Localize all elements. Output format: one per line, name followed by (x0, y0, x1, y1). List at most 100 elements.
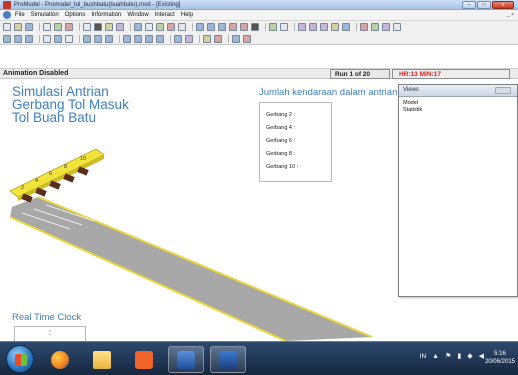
macros-icon[interactable] (167, 23, 175, 31)
menu-help[interactable]: Help (181, 12, 193, 18)
mdi-controls[interactable]: _ × (507, 12, 514, 18)
new-file-icon[interactable] (3, 23, 11, 31)
volume-icon[interactable]: ◀ (479, 352, 484, 360)
system-menu-icon[interactable] (3, 11, 11, 19)
menu-information[interactable]: Information (91, 12, 121, 18)
layout-view-icon[interactable] (196, 23, 204, 31)
submodel-icon[interactable] (123, 34, 131, 43)
dynamic-plot-icon[interactable] (214, 34, 222, 43)
locations-icon[interactable] (54, 23, 62, 31)
submodel-icon[interactable] (145, 34, 153, 43)
view-icon[interactable] (54, 34, 62, 43)
counter-gerbang-10: Gerbang 10 : (266, 164, 299, 170)
chart-icon[interactable] (309, 23, 317, 31)
module-icon[interactable] (83, 34, 91, 43)
attributes-icon[interactable] (134, 23, 142, 31)
arrays-icon[interactable] (156, 23, 164, 31)
window-tile-icon[interactable] (232, 34, 240, 43)
taskbar-firefox[interactable] (42, 346, 78, 373)
show-hidden-icons-icon[interactable]: ▲ (432, 353, 439, 360)
build-view-icon[interactable] (218, 23, 226, 31)
run-simulation-icon[interactable] (229, 23, 237, 31)
menu-simulation[interactable]: Simulation (31, 12, 59, 18)
system-clock[interactable]: 5:16 20/06/2015 (485, 350, 515, 366)
window-title: ProModel - Promodel_tol_bushbatu(buahbat… (14, 2, 181, 8)
media-player-icon (135, 350, 153, 369)
views-panel-close-button[interactable] (495, 87, 511, 94)
stop-simulation-icon[interactable] (240, 23, 248, 31)
word-icon (177, 350, 195, 369)
toolbar-separator (39, 34, 40, 43)
menu-file[interactable]: File (15, 12, 25, 18)
promodel-app-icon (3, 1, 11, 9)
resources-icon[interactable] (94, 23, 102, 31)
pause-icon[interactable] (251, 23, 259, 31)
folder-icon (93, 350, 111, 369)
toolbar-layout (0, 33, 518, 45)
taskbar-explorer[interactable] (84, 346, 120, 373)
maximize-button[interactable]: □ (477, 1, 491, 9)
close-button[interactable]: x (492, 1, 514, 9)
windows-logo-icon (15, 354, 27, 366)
save-icon[interactable] (25, 23, 33, 31)
menu-options[interactable]: Options (65, 12, 86, 18)
print-icon[interactable] (43, 23, 51, 31)
arrivals-icon[interactable] (116, 23, 124, 31)
toolbar-separator (79, 34, 80, 43)
entities-icon[interactable] (65, 23, 73, 31)
gate-label-10: 10 (80, 156, 86, 162)
layout-workspace[interactable]: 2 4 6 8 10 Simulasi Antrian Gerbang Tol … (0, 79, 518, 344)
flag-icon[interactable] (243, 34, 251, 43)
pen-icon[interactable] (382, 23, 390, 31)
battery-icon[interactable]: ▮ (457, 352, 461, 360)
graphics-view-icon[interactable] (207, 23, 215, 31)
optimizer-icon[interactable] (342, 23, 350, 31)
taskbar-promodel[interactable] (210, 346, 246, 373)
taskbar-media-player[interactable] (126, 346, 162, 373)
minimize-button[interactable]: – (462, 1, 476, 9)
network-icon[interactable]: ◆ (467, 352, 472, 360)
language-indicator[interactable]: IN (420, 353, 427, 360)
graph-icon[interactable] (298, 23, 306, 31)
snap-icon[interactable] (14, 34, 22, 43)
grid-icon[interactable] (3, 34, 11, 43)
open-file-icon[interactable] (14, 23, 22, 31)
stat-fit-icon[interactable] (331, 23, 339, 31)
views-panel-header[interactable]: Views (399, 85, 517, 97)
flag-notification-icon[interactable]: ⚑ (445, 352, 451, 360)
triangle-icon[interactable] (371, 23, 379, 31)
start-button[interactable] (6, 345, 34, 373)
toolbar-separator (265, 23, 266, 31)
taskbar-word[interactable] (168, 346, 204, 373)
variables-icon[interactable] (145, 23, 153, 31)
queue-counter-box: Gerbang 2 : Gerbang 4 : Gerbang 6 : Gerb… (259, 102, 332, 182)
module-icon[interactable] (105, 34, 113, 43)
views-panel[interactable]: Views Model Statistik (398, 84, 518, 297)
menu-interact[interactable]: Interact (155, 12, 175, 18)
animation-icon[interactable] (203, 34, 211, 43)
real-time-clock-label: Real Time Clock (12, 312, 82, 323)
path-networks-icon[interactable] (83, 23, 91, 31)
submodel-icon[interactable] (134, 34, 142, 43)
scenarios-icon[interactable] (269, 23, 277, 31)
align-icon[interactable] (43, 34, 51, 43)
simulation-title: Simulasi Antrian Gerbang Tol Masuk Tol B… (12, 85, 182, 125)
output-icon[interactable] (280, 23, 288, 31)
shapes-icon[interactable] (360, 23, 368, 31)
module-icon[interactable] (94, 34, 102, 43)
report-icon[interactable] (320, 23, 328, 31)
promodel-icon (219, 350, 237, 369)
debug-icon[interactable] (174, 34, 182, 43)
submodel-icon[interactable] (156, 34, 164, 43)
printer-icon[interactable] (393, 23, 401, 31)
view-item-statistik[interactable]: Statistik (399, 107, 517, 114)
zoom-fit-icon[interactable] (25, 34, 33, 43)
view-item-model[interactable]: Model (399, 100, 517, 107)
trace-icon[interactable] (185, 34, 193, 43)
gate-canopy (9, 148, 105, 198)
processing-icon[interactable] (105, 23, 113, 31)
zoom-icon[interactable] (65, 34, 73, 43)
info-icon[interactable] (178, 23, 186, 31)
menu-window[interactable]: Window (127, 12, 148, 18)
gate-label-6: 6 (49, 171, 52, 177)
